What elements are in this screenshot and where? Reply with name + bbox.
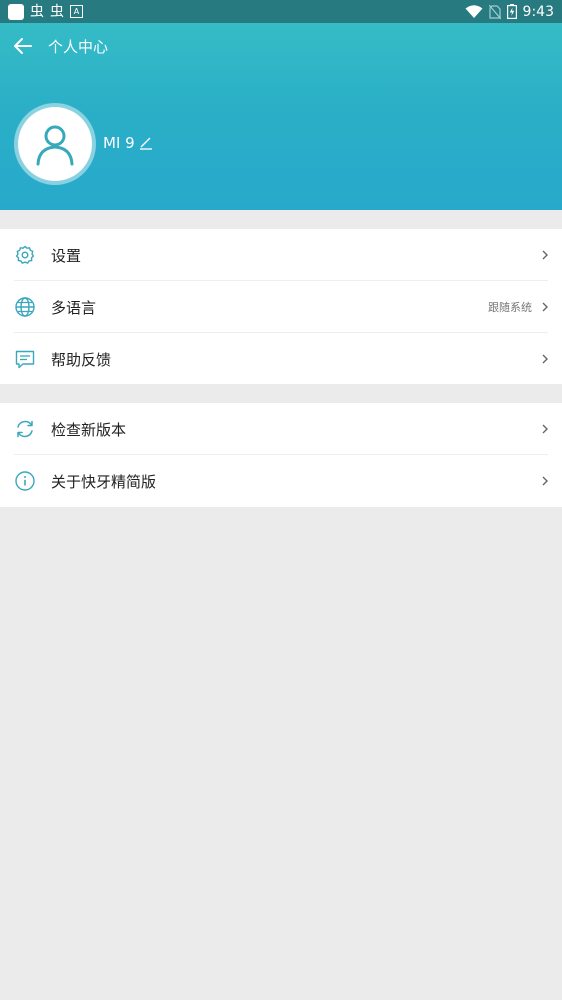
menu-item-label: 多语言 [51, 298, 97, 317]
chevron-right-icon [542, 354, 548, 364]
status-bar: 虫 虫 A 9:43 [0, 0, 562, 23]
bug-notification-icon-2: 虫 [50, 3, 64, 20]
chevron-right-icon [542, 424, 548, 434]
menu-item-label: 关于快牙精简版 [51, 472, 157, 491]
menu-item-value: 跟随系统 [488, 301, 532, 314]
menu-group-2: 检查新版本 关于快牙精简版 [0, 403, 562, 507]
arrow-left-icon [14, 38, 32, 54]
wifi-icon [465, 4, 483, 18]
username-row[interactable]: MI 9 [103, 134, 153, 152]
feedback-icon [15, 350, 35, 369]
menu-item-check-update[interactable]: 检查新版本 [0, 403, 562, 455]
back-button[interactable] [10, 33, 36, 59]
no-sim-icon [488, 4, 501, 19]
menu-group-1: 设置 多语言 跟随系统 帮助反馈 [0, 229, 562, 384]
status-right-icons: 9:43 [465, 4, 554, 20]
avatar[interactable] [18, 107, 92, 181]
menu-item-label: 检查新版本 [51, 420, 127, 439]
profile-header: 个人中心 MI 9 [0, 23, 562, 210]
menu-item-settings[interactable]: 设置 [0, 229, 562, 281]
chevron-right-icon [542, 302, 548, 312]
menu-item-label: 设置 [51, 246, 82, 265]
a-notification-icon: A [70, 5, 83, 18]
top-app-bar: 个人中心 [0, 23, 562, 69]
gear-icon [15, 245, 35, 264]
menu-item-language[interactable]: 多语言 跟随系统 [0, 281, 562, 333]
status-left-icons: 虫 虫 A [8, 3, 83, 20]
pencil-icon[interactable] [139, 136, 153, 150]
user-icon [36, 125, 74, 166]
app-notification-icon [8, 3, 24, 20]
menu-item-label: 帮助反馈 [51, 350, 112, 369]
clock: 9:43 [522, 3, 554, 20]
menu-item-about[interactable]: 关于快牙精简版 [0, 455, 562, 507]
username: MI 9 [103, 134, 135, 152]
globe-icon [15, 297, 35, 317]
refresh-icon [17, 420, 33, 438]
menu-item-help-feedback[interactable]: 帮助反馈 [0, 333, 562, 385]
page-title: 个人中心 [48, 37, 109, 56]
chevron-right-icon [542, 476, 548, 486]
info-icon [15, 471, 35, 491]
chevron-right-icon [542, 250, 548, 260]
bug-notification-icon: 虫 [30, 3, 44, 20]
battery-charging-icon [506, 4, 517, 19]
